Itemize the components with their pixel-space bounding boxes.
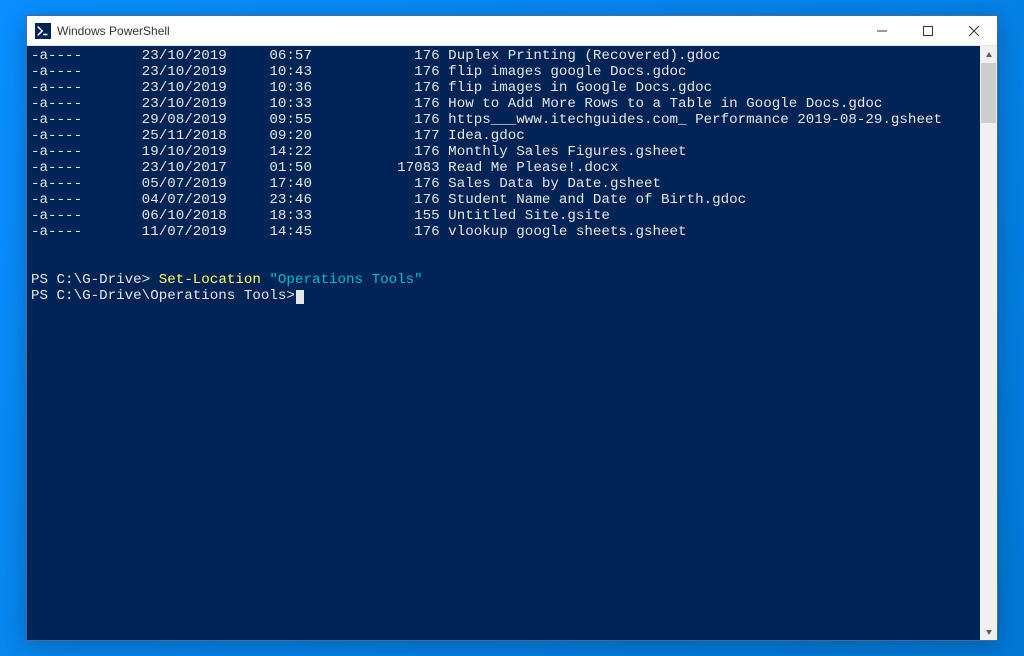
window-controls bbox=[859, 16, 997, 45]
file-row: -a---- 23/10/2017 01:50 17083 Read Me Pl… bbox=[31, 160, 980, 176]
file-row: -a---- 23/10/2019 10:43 176 flip images … bbox=[31, 64, 980, 80]
file-row: -a---- 23/10/2019 10:33 176 How to Add M… bbox=[31, 96, 980, 112]
titlebar[interactable]: Windows PowerShell bbox=[27, 16, 997, 46]
file-row: -a---- 25/11/2018 09:20 177 Idea.gdoc bbox=[31, 128, 980, 144]
file-row: -a---- 11/07/2019 14:45 176 vlookup goog… bbox=[31, 224, 980, 240]
maximize-button[interactable] bbox=[905, 16, 951, 45]
minimize-button[interactable] bbox=[859, 16, 905, 45]
powershell-icon bbox=[35, 23, 51, 39]
scroll-up-button[interactable] bbox=[980, 46, 997, 63]
cursor bbox=[296, 290, 304, 304]
file-row: -a---- 23/10/2019 10:36 176 flip images … bbox=[31, 80, 980, 96]
prompt-prefix: PS C:\G-Drive> bbox=[31, 272, 159, 288]
scrollbar-thumb[interactable] bbox=[981, 63, 996, 123]
file-row: -a---- 06/10/2018 18:33 155 Untitled Sit… bbox=[31, 208, 980, 224]
file-row: -a---- 29/08/2019 09:55 176 https___www.… bbox=[31, 112, 980, 128]
file-row: -a---- 19/10/2019 14:22 176 Monthly Sale… bbox=[31, 144, 980, 160]
blank-line bbox=[31, 240, 980, 256]
close-button[interactable] bbox=[951, 16, 997, 45]
prompt-argument: "Operations Tools" bbox=[261, 272, 423, 288]
prompt-prefix: PS C:\G-Drive\Operations Tools> bbox=[31, 288, 295, 304]
vertical-scrollbar[interactable] bbox=[980, 46, 997, 640]
prompt-line: PS C:\G-Drive\Operations Tools> bbox=[31, 288, 980, 304]
scroll-down-button[interactable] bbox=[980, 623, 997, 640]
powershell-window: Windows PowerShell -a---- 23/10/2019 06:… bbox=[26, 15, 998, 641]
file-row: -a---- 05/07/2019 17:40 176 Sales Data b… bbox=[31, 176, 980, 192]
prompt-line: PS C:\G-Drive> Set-Location "Operations … bbox=[31, 272, 980, 288]
blank-line bbox=[31, 256, 980, 272]
window-title: Windows PowerShell bbox=[57, 24, 859, 38]
prompt-command: Set-Location bbox=[159, 272, 261, 288]
terminal-area: -a---- 23/10/2019 06:57 176 Duplex Print… bbox=[27, 46, 997, 640]
file-row: -a---- 04/07/2019 23:46 176 Student Name… bbox=[31, 192, 980, 208]
terminal-output[interactable]: -a---- 23/10/2019 06:57 176 Duplex Print… bbox=[27, 46, 980, 640]
file-row: -a---- 23/10/2019 06:57 176 Duplex Print… bbox=[31, 48, 980, 64]
